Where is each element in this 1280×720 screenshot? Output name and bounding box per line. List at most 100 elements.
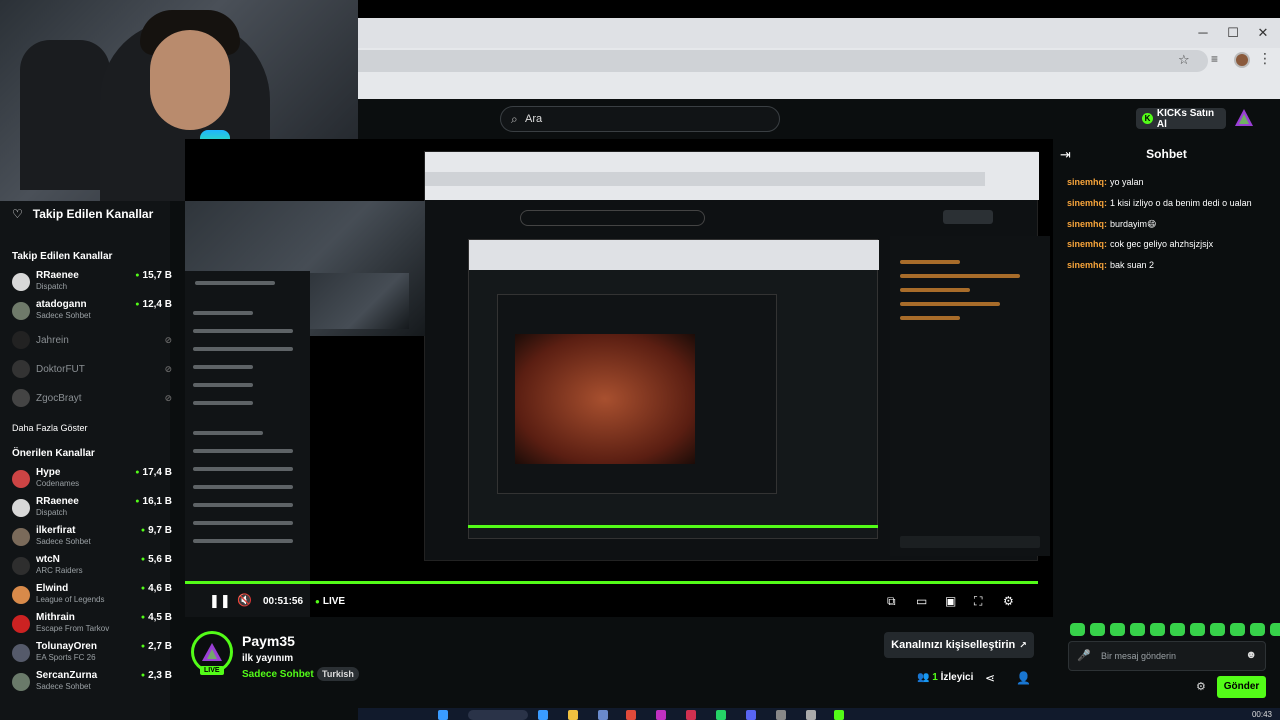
fullscreen-icon[interactable]: ⛶ <box>974 594 982 609</box>
customize-channel-button[interactable]: Kanalınızı kişiselleştirin ↗ <box>884 632 1034 658</box>
taskbar-search[interactable] <box>468 710 528 720</box>
emoji-picker-icon[interactable]: ☻ <box>1245 649 1257 661</box>
sidebar-item-hype[interactable]: Hype Codenames 17,4 B <box>12 467 172 496</box>
captured-sidebar <box>185 271 310 617</box>
emote-icon[interactable] <box>1230 623 1245 636</box>
search-icon: ⌕ <box>511 112 518 126</box>
sidebar-item-jahrein[interactable]: Jahrein ⊘ <box>12 328 172 357</box>
language-tag[interactable]: Turkish <box>317 667 359 681</box>
send-button[interactable]: Gönder <box>1217 676 1266 698</box>
search-input[interactable]: ⌕ Ara <box>500 106 780 132</box>
emote-icon[interactable] <box>1270 623 1280 636</box>
whatsapp-icon[interactable] <box>716 710 726 720</box>
channel-name: Jahrein <box>36 335 69 346</box>
kick-icon[interactable] <box>834 710 844 720</box>
media-icon[interactable]: ≡ <box>1211 52 1218 66</box>
recommended-section-title: Önerilen Kanallar <box>12 448 95 459</box>
chat-message: sinemhq: yo yalan <box>1067 177 1144 187</box>
folder-icon[interactable] <box>568 710 578 720</box>
discord-icon[interactable] <box>746 710 756 720</box>
sidebar-item-elwind[interactable]: Elwind League of Legends 4,6 B <box>12 583 172 612</box>
chat-username[interactable]: sinemhq: <box>1067 198 1107 208</box>
address-bar[interactable] <box>358 50 1208 72</box>
emote-icon[interactable] <box>1210 623 1225 636</box>
emote-icon[interactable] <box>1150 623 1165 636</box>
chat-username[interactable]: sinemhq: <box>1067 239 1107 249</box>
emote-icon[interactable] <box>1070 623 1085 636</box>
user-menu-icon[interactable] <box>1234 108 1254 128</box>
chat-text: burdayim😄 <box>1110 219 1157 229</box>
emote-icon[interactable] <box>1250 623 1265 636</box>
avatar <box>12 470 30 488</box>
taskbar-clock: 00:43 <box>1251 710 1272 719</box>
viewers-icon: 👥 <box>917 672 930 683</box>
bookmark-star-icon[interactable]: ☆ <box>1178 52 1190 68</box>
edge-icon[interactable] <box>538 710 548 720</box>
sidebar: ♡ Takip Edilen Kanallar Takip Edilen Kan… <box>0 201 172 720</box>
emote-icon[interactable] <box>1090 623 1105 636</box>
channel-name[interactable]: Paym35 <box>242 633 295 649</box>
sidebar-item-rraenee[interactable]: RRaenee Dispatch 15,7 B <box>12 270 172 299</box>
emote-icon[interactable] <box>1130 623 1145 636</box>
stream-category[interactable]: Sadece Sohbet <box>242 669 314 680</box>
os-taskbar: 00:43 <box>358 708 1280 720</box>
sidebar-item-wtcn[interactable]: wtcN ARC Raiders 5,6 B <box>12 554 172 583</box>
sidebar-item-mithrain[interactable]: Mithrain Escape From Tarkov 4,5 B <box>12 612 172 641</box>
app-icon[interactable] <box>686 710 696 720</box>
buy-kicks-button[interactable]: K KICKs Satın Al <box>1136 108 1226 130</box>
app-icon[interactable] <box>776 710 786 720</box>
minimize-icon[interactable]: ─ <box>1188 22 1218 44</box>
settings-icon[interactable]: ⚙ <box>1003 594 1014 608</box>
profile-avatar[interactable] <box>1234 52 1250 68</box>
mute-icon[interactable]: 🔇 <box>237 593 252 607</box>
channel-category: Sadece Sohbet <box>36 682 91 691</box>
chat-message: sinemhq: 1 kisi izliyo o da benim dedi o … <box>1067 198 1252 208</box>
viewer-count: 15,7 B <box>135 270 172 281</box>
chat-input[interactable]: 🎤 Bir mesaj gönderin ☻ <box>1068 641 1266 671</box>
emote-icon[interactable] <box>1110 623 1125 636</box>
viewer-label: İzleyici <box>940 672 974 683</box>
maximize-icon[interactable]: ☐ <box>1218 22 1248 44</box>
chat-username[interactable]: sinemhq: <box>1067 219 1107 229</box>
sidebar-item-rraenee-rec[interactable]: RRaenee Dispatch 16,1 B <box>12 496 172 525</box>
video-player[interactable]: ❚❚ 🔇 00:51:56 LIVE ⧉ ▭ ▣ ⛶ ⚙ <box>185 139 1053 617</box>
app-icon[interactable] <box>656 710 666 720</box>
channel-category: Sadece Sohbet <box>36 311 91 320</box>
start-icon[interactable] <box>438 710 448 720</box>
more-menu-icon[interactable]: ⋮ <box>1258 50 1272 67</box>
chrome-icon[interactable] <box>626 710 636 720</box>
follow-user-icon[interactable]: 👤 <box>1016 671 1031 685</box>
sidebar-item-atadogann[interactable]: atadogann Sadece Sohbet 12,4 B <box>12 299 172 328</box>
emote-icon[interactable] <box>1170 623 1185 636</box>
avatar <box>12 673 30 691</box>
chat-title: Sohbet <box>1146 147 1187 161</box>
viewer-count: 👥 1 İzleyici <box>917 672 973 683</box>
sidebar-item-doktorfut[interactable]: DoktorFUT ⊘ <box>12 357 172 386</box>
sidebar-item-ilkerfirat[interactable]: ilkerfirat Sadece Sohbet 9,7 B <box>12 525 172 554</box>
sidebar-item-tolunayoren[interactable]: TolunayOren EA Sports FC 26 2,7 B <box>12 641 172 670</box>
pause-icon[interactable]: ❚❚ <box>209 593 231 609</box>
followed-section-title: Takip Edilen Kanallar <box>12 251 113 262</box>
browser-chrome: ─ ☐ ✕ ☆ ≡ ⋮ <box>358 18 1280 99</box>
theater-icon[interactable]: ▭ <box>916 594 927 608</box>
chat-settings-icon[interactable]: ⚙ <box>1196 680 1206 693</box>
chat-username[interactable]: sinemhq: <box>1067 260 1107 270</box>
emote-icon[interactable] <box>1190 623 1205 636</box>
sidebar-header[interactable]: ♡ Takip Edilen Kanallar <box>12 207 153 221</box>
site-header: ⌕ Ara K KICKs Satın Al <box>358 99 1280 139</box>
microphone-icon[interactable]: 🎤 <box>1077 649 1091 662</box>
kicks-icon: K <box>1142 113 1153 124</box>
app-icon[interactable] <box>806 710 816 720</box>
pip-icon[interactable]: ▣ <box>945 594 956 608</box>
store-icon[interactable] <box>598 710 608 720</box>
channel-category: Dispatch <box>36 282 68 291</box>
sidebar-item-sercanzurna[interactable]: SercanZurna Sadece Sohbet 2,3 B <box>12 670 172 699</box>
sidebar-item-zgocbrayt[interactable]: ZgocBrayt ⊘ <box>12 386 172 415</box>
share-icon[interactable]: ⋖ <box>985 671 995 685</box>
close-window-icon[interactable]: ✕ <box>1248 22 1278 44</box>
chat-username[interactable]: sinemhq: <box>1067 177 1107 187</box>
show-more-link[interactable]: Daha Fazla Göster <box>12 423 88 433</box>
chat-message: sinemhq: cok gec geliyo ahzhsjzjsjx <box>1067 239 1213 249</box>
collapse-chat-icon[interactable]: ⇥ <box>1060 147 1071 163</box>
mini-player-icon[interactable]: ⧉ <box>887 594 896 609</box>
